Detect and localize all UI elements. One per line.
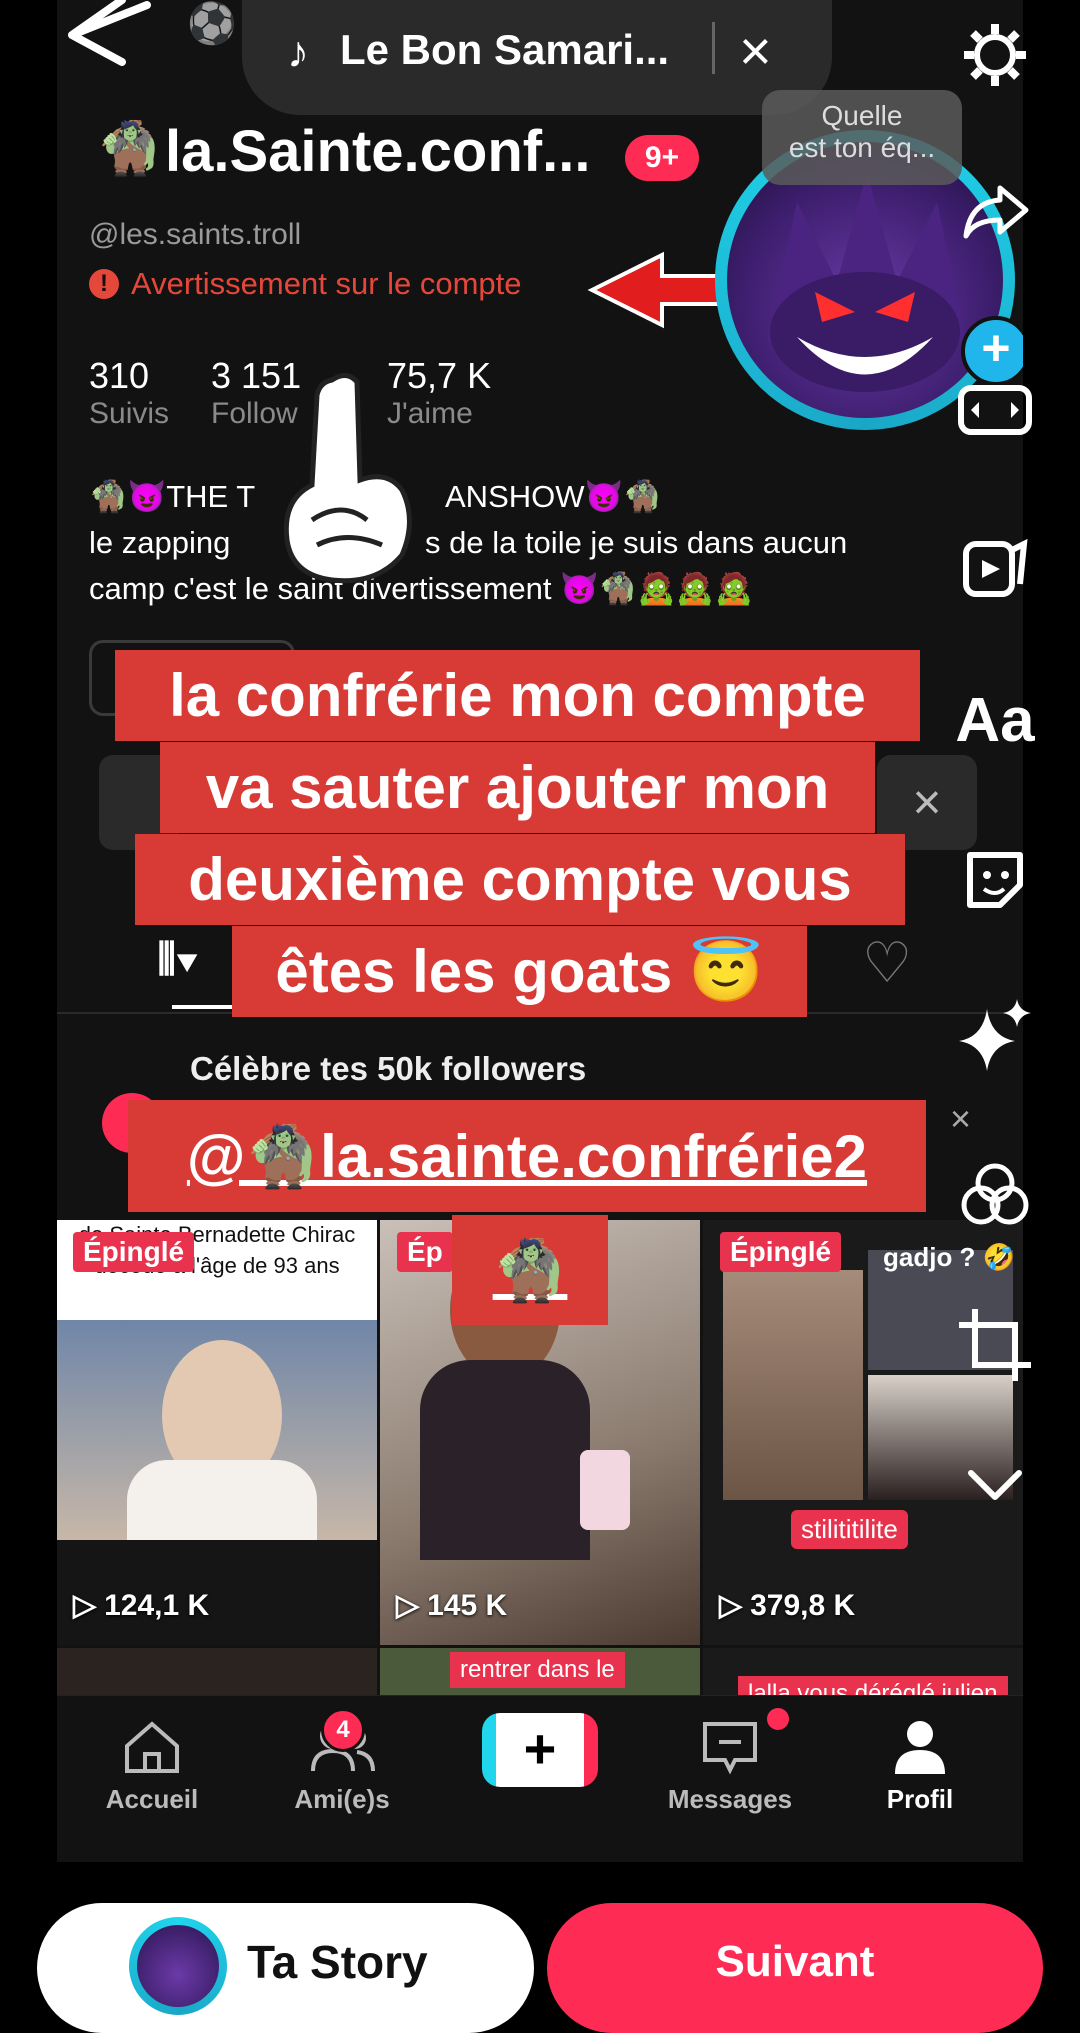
create-button[interactable]: + <box>482 1713 598 1787</box>
filters-icon[interactable] <box>955 1155 1035 1235</box>
video-1-image <box>57 1320 377 1550</box>
liked-tab-icon[interactable]: ♡ <box>862 930 912 996</box>
crop-icon[interactable] <box>955 1305 1035 1385</box>
account-warning[interactable]: ! Avertissement sur le compte <box>89 266 522 302</box>
name-emoji: 🧌 <box>97 120 162 178</box>
bio-line-1-start: 🧌😈THE T <box>89 479 256 514</box>
friends-badge: 4 <box>321 1708 365 1752</box>
celebrate-close-button[interactable]: × <box>950 1098 971 1140</box>
video-thumb-1[interactable]: de Sainte Bernadette Chirac décédé à l'â… <box>57 1220 377 1645</box>
effects-sparkle-icon[interactable] <box>955 995 1035 1075</box>
profile-icon <box>895 1721 945 1774</box>
resize-icon[interactable] <box>955 370 1035 450</box>
nav-friends-label: Ami(e)s <box>294 1784 390 1814</box>
play-icon: ▷ <box>719 1589 743 1622</box>
celebrate-text: Célèbre tes 50k followers <box>190 1050 587 1087</box>
text-tool-icon[interactable]: Aa <box>955 680 1035 760</box>
music-close-button[interactable]: × <box>739 18 772 83</box>
video-2-views: ▷ 145 K <box>396 1588 507 1623</box>
profile-handle: @les.saints.troll <box>89 218 302 251</box>
video-thumb-4[interactable] <box>57 1648 377 1698</box>
video-thumb-3[interactable]: gadjo ? 🤣 stilititilite <box>703 1220 1023 1645</box>
overlay-line-1[interactable]: la confrérie mon compte <box>115 650 920 741</box>
warning-text: Avertissement sur le compte <box>131 266 522 301</box>
mention-tail-emoji: 🧌 <box>492 1236 568 1304</box>
ball-icon: ⚽ <box>187 2 237 46</box>
divider <box>712 22 715 74</box>
stat-following-value: 310 <box>89 355 150 396</box>
pinned-badge-1: Épinglé <box>73 1232 195 1272</box>
nav-profile-label: Profil <box>886 1784 954 1814</box>
video-3-views: ▷ 379,8 K <box>719 1588 855 1623</box>
mention-sticker[interactable]: @🧌la.sainte.confrérie2 <box>128 1100 926 1212</box>
play-icon: ▷ <box>73 1589 97 1622</box>
bio-line-1-end: ANSHOW😈🧌 <box>445 479 662 514</box>
video-3-tag: stilititilite <box>791 1510 908 1549</box>
music-pill[interactable]: ♪ Le Bon Samari... × <box>242 0 832 115</box>
bottom-nav: Accueil Ami(e)s 4 + Messages Profil <box>57 1695 1023 1862</box>
video-2-views-value: 145 K <box>427 1588 508 1622</box>
chevron-down-icon[interactable] <box>955 1445 1035 1525</box>
music-note-icon: ♪ <box>287 28 309 77</box>
your-story-label: Ta Story <box>247 1936 428 1988</box>
plus-icon: + <box>496 1713 584 1787</box>
pinned-badge-2: Ép <box>397 1232 453 1272</box>
share-icon[interactable] <box>955 170 1035 250</box>
video-5-caption: rentrer dans le <box>450 1652 625 1688</box>
pinned-badge-3: Épinglé <box>720 1232 842 1272</box>
nav-home[interactable]: Accueil <box>62 1716 242 1815</box>
stat-following-label: Suivis <box>89 397 170 430</box>
messages-dot <box>767 1708 789 1730</box>
grid-tab-icon[interactable]: ⦀▾ <box>157 935 198 985</box>
profile-name: la.Sainte.conf... <box>165 119 591 184</box>
note-line-1: Quelle <box>821 100 903 131</box>
message-icon <box>703 1722 757 1775</box>
sticker-icon[interactable] <box>955 840 1035 920</box>
music-title: Le Bon Samari... <box>340 26 670 73</box>
pointing-hand-icon <box>283 373 412 584</box>
nav-profile[interactable]: Profil <box>830 1716 1010 1815</box>
nav-messages-label: Messages <box>667 1784 793 1814</box>
video-3-caption: gadjo ? 🤣 <box>883 1242 1016 1272</box>
next-button[interactable]: Suivant <box>547 1903 1043 2033</box>
nav-messages[interactable]: Messages <box>640 1716 820 1815</box>
clips-icon[interactable] <box>955 525 1035 605</box>
story-avatar <box>129 1917 227 2015</box>
overlay-line-3[interactable]: deuxième compte vous <box>135 834 905 925</box>
bio-line-2-start: le zapping <box>89 525 231 560</box>
bio-line-2-end: s de la toile je suis dans aucun <box>425 525 848 560</box>
note-line-2: est ton éq... <box>788 132 936 163</box>
video-1-views: ▷ 124,1 K <box>73 1588 209 1623</box>
play-icon: ▷ <box>396 1589 420 1622</box>
nav-home-label: Accueil <box>105 1784 199 1814</box>
warning-icon: ! <box>89 269 119 299</box>
video-1-views-value: 124,1 K <box>104 1588 210 1622</box>
home-icon <box>125 1721 179 1773</box>
back-arrow-icon[interactable] <box>62 0 152 70</box>
note-bubble[interactable]: Quelle est ton éq... <box>762 90 962 185</box>
video-3-views-value: 379,8 K <box>750 1588 856 1622</box>
mention-text: @🧌la.sainte.confrérie2 <box>186 1122 868 1190</box>
notification-badge[interactable]: 9+ <box>625 135 699 181</box>
overlay-line-4[interactable]: êtes les goats 😇 <box>232 926 807 1017</box>
settings-icon[interactable] <box>955 15 1035 95</box>
video-thumb-5[interactable]: rentrer dans le <box>380 1648 700 1698</box>
video-thumb-6[interactable]: lalla vous déréglé julien <box>703 1648 1023 1698</box>
overlay-line-2[interactable]: va sauter ajouter mon <box>160 742 875 833</box>
stat-following[interactable]: 310 Suivis <box>89 355 169 431</box>
mention-sticker-tail: 🧌 <box>452 1215 608 1325</box>
your-story-button[interactable]: Ta Story <box>37 1903 534 2033</box>
